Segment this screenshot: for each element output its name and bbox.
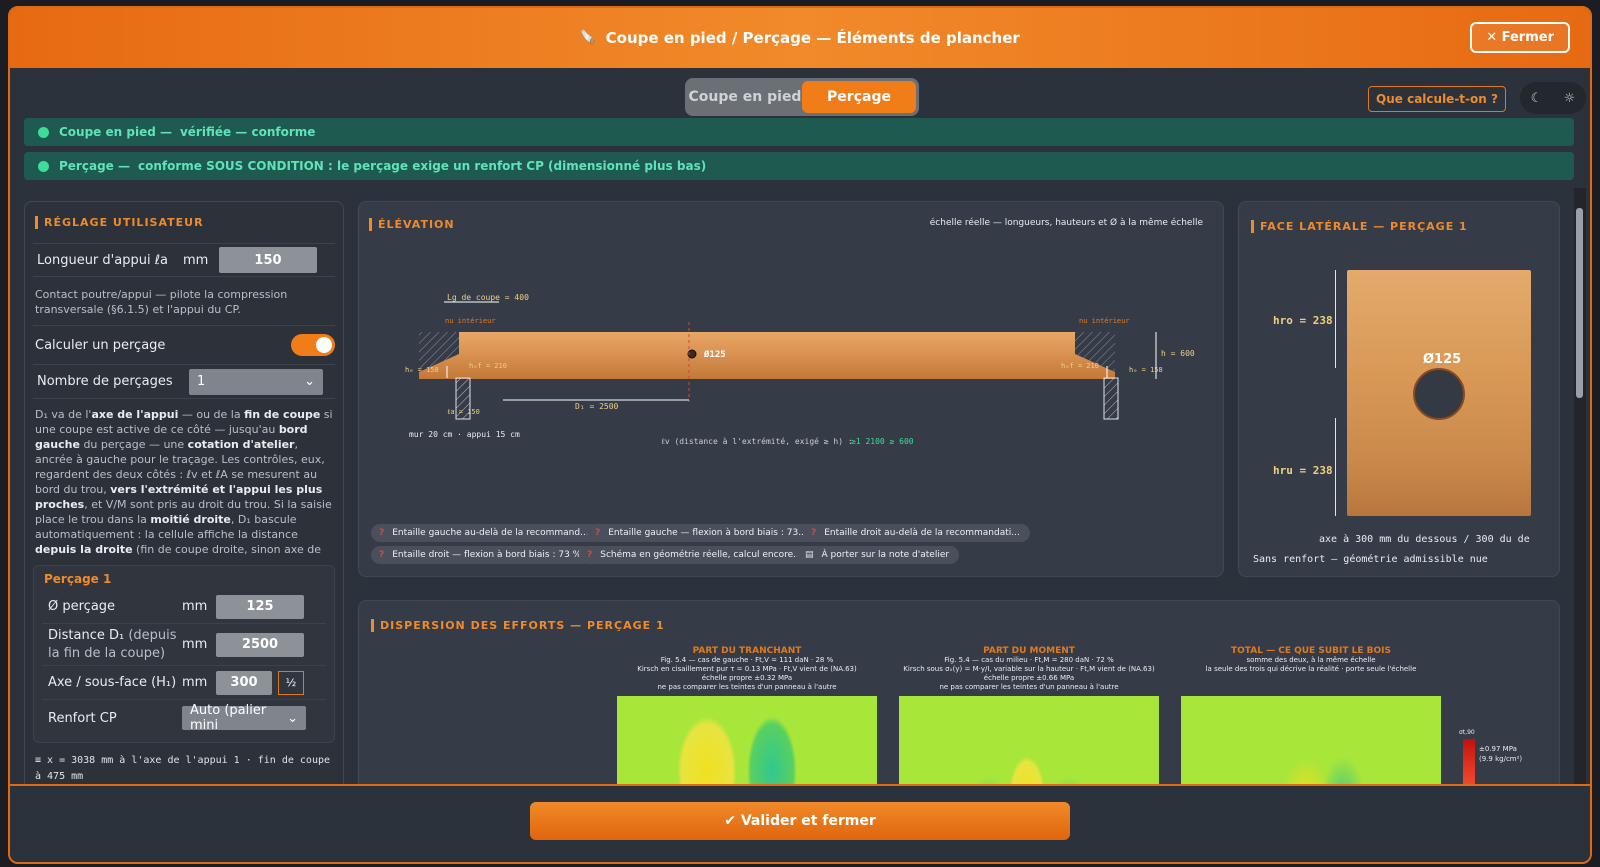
timber-face: Ø125 [1347,270,1531,516]
status-dot-icon [38,126,49,138]
right-support [1103,377,1119,420]
status-banner-coupe: Coupe en pied — vérifiée — conforme [24,118,1574,146]
mode-switch: Coupe en pied Perçage [685,78,919,116]
mur-label: mur 20 cm · appui 15 cm [409,430,520,439]
appui-label: Longueur d'appui ℓa [37,252,169,268]
sun-icon[interactable]: ☼ [1564,91,1576,106]
axe-input[interactable]: 300 [216,670,272,695]
moment-column: PART DU MOMENT Fig. 5.4 — cas du milieu … [899,646,1159,806]
renfort-select[interactable]: Auto (palier mini ⌄ [182,703,306,733]
scale-note: échelle réelle — longueurs, hauteurs et … [929,218,1203,228]
total-column: TOTAL — CE QUE SUBIT LE BOIS somme des d… [1181,646,1441,806]
note-chip[interactable]: ▤ À porter sur la note d'atelier [797,546,960,564]
chevron-down-icon: ⌄ [287,710,298,726]
modal-title: 🪚 Coupe en pied / Perçage — Éléments de … [580,29,1020,47]
shear-column: PART DU TRANCHANT Fig. 5.4 — cas de gauc… [617,646,877,806]
legend-title: σt,90 [1459,729,1475,736]
status-dot-icon [38,160,49,172]
half-height-button[interactable]: ½ [278,670,304,695]
nb-percages-select[interactable]: 1 ⌄ [189,368,323,395]
percage-1-title: Perçage 1 [44,572,112,586]
appui-unit: mm [183,252,209,268]
hr-label-left: hₑ = 158 [405,366,439,374]
appui-help: Contact poutre/appui — pilote la compres… [35,288,288,316]
axe-label: Axe / sous-face (H₁) [48,675,177,690]
side-face-panel: FACE LATÉRALE — PERÇAGE 1 Ø125 hro = 238… [1238,201,1560,577]
question-icon: ? [595,528,601,538]
appui-input[interactable]: 150 [219,247,317,273]
nu-label-right: nu intérieur [1079,317,1130,325]
user-settings-panel: RÉGLAGE UTILISATEUR Longueur d'appui ℓa … [24,201,344,801]
panel-title: DISPERSION DES EFFORTS — PERÇAGE 1 [371,619,665,632]
panel-title: ÉLÉVATION [369,218,455,231]
elevation-panel: ÉLÉVATION échelle réelle — longueurs, ha… [358,201,1224,577]
d1-explanation: D₁ va de l'axe de l'appui — ou de la fin… [35,408,333,556]
close-button[interactable]: ✕ Fermer [1470,22,1570,53]
axe-unit: mm [182,675,208,690]
hru-label: hru = 238 [1273,464,1333,477]
modal: 🪚 Coupe en pied / Perçage — Éléments de … [8,6,1592,864]
hole-circle [1413,368,1465,420]
lv-value: ≥1 2100 ≥ 600 [851,437,914,446]
elevation-drawing: Lg de coupe = 400 nu intérieur nu intéri… [405,293,1195,446]
percage-1-card: Perçage 1 Ø perçage mm 125 Distance D₁ (… [33,565,335,743]
distance-unit: mm [182,637,208,652]
color-scale-bar [1463,739,1475,789]
d1-label: D₁ = 2500 [575,402,619,411]
clipboard-icon: ▤ [805,550,814,560]
h-label: h = 600 [1161,349,1195,358]
distance-label: Distance D₁ (depuis la fin de la coupe) [48,627,177,661]
warning-chip[interactable]: ? Entaille droit — flexion à bord biais :… [371,546,592,564]
validate-button[interactable]: ✔ Valider et fermer [530,802,1070,840]
percage-toggle-label: Calculer un perçage [35,337,166,353]
help-button[interactable]: Que calcule-t-on ? [1368,86,1506,112]
percage-toggle[interactable] [291,334,335,356]
tab-coupe-en-pied[interactable]: Coupe en pied [688,81,802,113]
panel-title: RÉGLAGE UTILISATEUR [35,216,343,229]
nu-label-left: nu intérieur [445,317,496,325]
panel-title: FACE LATÉRALE — PERÇAGE 1 [1251,220,1468,233]
hef-label-left: hₑf = 210 [469,362,507,370]
diam-input[interactable]: 125 [216,594,304,619]
nb-percages-label: Nombre de perçages [37,374,173,389]
saw-icon: 🪚 [580,30,598,46]
hef-label-right: hₑf = 210 [1061,362,1099,370]
dispersion-panel: DISPERSION DES EFFORTS — PERÇAGE 1 PART … [358,600,1560,806]
scrollbar[interactable] [1574,188,1586,786]
axis-note: axe à 300 mm du dessous / 300 du de [1319,534,1530,545]
hr-label-right: hₑ = 158 [1129,366,1163,374]
question-icon: ? [379,528,385,538]
position-footnote: ≡ x = 3038 mm à l'axe de l'appui 1 · fin… [35,755,331,782]
chevron-down-icon: ⌄ [304,374,315,389]
modal-header: 🪚 Coupe en pied / Perçage — Éléments de … [10,8,1590,68]
renfort-label: Renfort CP [48,710,117,726]
theme-switch[interactable]: ☾ ☼ [1520,82,1586,114]
lg-label: Lg de coupe = 400 [447,293,529,302]
hole-diam-label: Ø125 [703,349,726,360]
warning-chip[interactable]: ? Entaille gauche au-delà de la recommand… [371,524,599,542]
status-banner-percage: Perçage — conforme SOUS CONDITION : le p… [24,152,1574,180]
diam-label: Ø perçage [48,599,116,614]
question-icon: ? [587,550,593,560]
warning-chip[interactable]: ? Schéma en géométrie réelle, calcul enco… [579,546,812,564]
tab-percage[interactable]: Perçage [802,81,916,113]
footer-bar: ✔ Valider et fermer [10,784,1590,862]
diam-unit: mm [182,599,208,614]
warning-chip[interactable]: ? Entaille gauche — flexion à bord biais … [587,524,817,542]
moon-icon[interactable]: ☾ [1531,91,1543,106]
la-label: ℓa = 150 [447,408,480,416]
warning-chip[interactable]: ? Entaille droit au-delà de la recommanda… [803,524,1030,542]
hole-diam-label: Ø125 [1423,352,1462,367]
question-icon: ? [811,528,817,538]
legend-kg: (9.9 kg/cm²) [1479,755,1523,763]
distance-input[interactable]: 2500 [216,632,304,657]
question-icon: ? [379,550,385,560]
no-reinforcement-note: Sans renfort — géométrie admissible nue [1253,554,1488,565]
beam-shape [419,332,1115,379]
lv-label: ℓv (distance à l'extrémité, exigé ≥ h) : [661,436,853,446]
legend-value: ±0.97 MPa [1479,745,1517,753]
hro-label: hro = 238 [1273,314,1333,327]
